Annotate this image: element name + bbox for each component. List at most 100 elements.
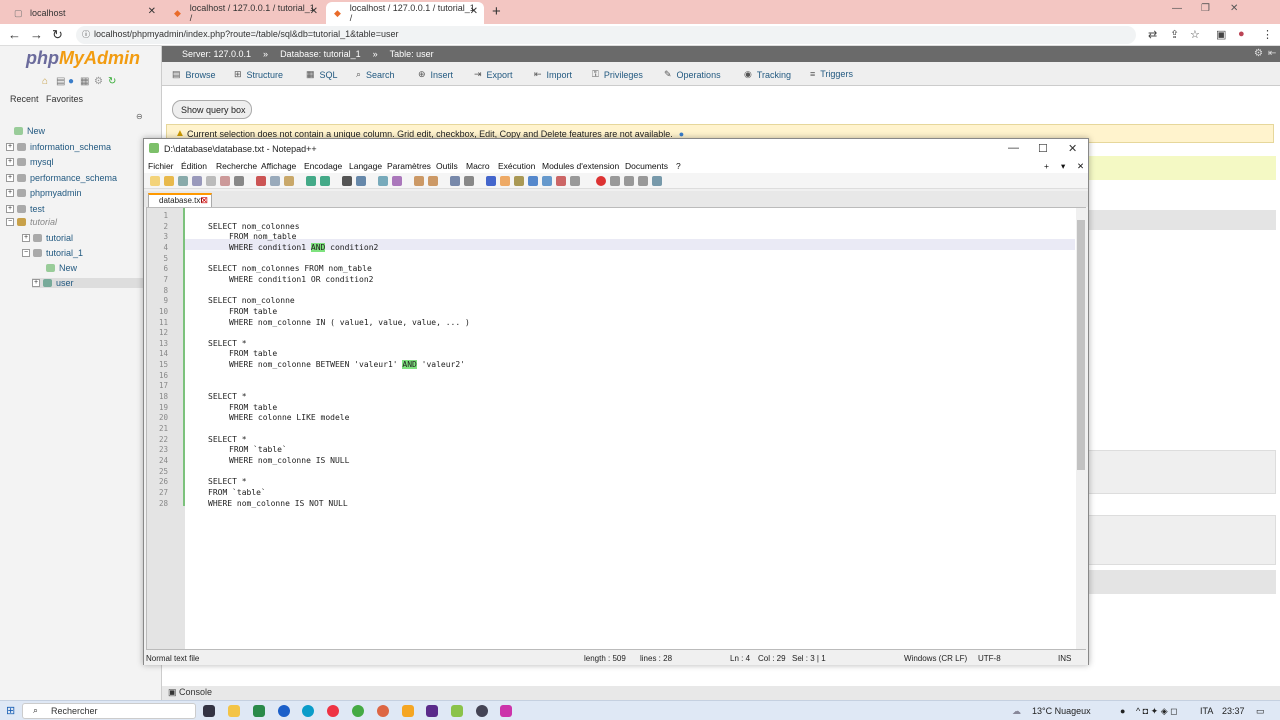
- print-icon[interactable]: [234, 176, 244, 186]
- share-icon[interactable]: ⇪: [1170, 28, 1179, 41]
- minimize-icon[interactable]: —: [1172, 3, 1182, 14]
- copy-icon[interactable]: [270, 176, 280, 186]
- dropdown-icon[interactable]: ▾: [1061, 161, 1065, 172]
- new-file-icon[interactable]: [150, 176, 160, 186]
- link-icon[interactable]: ⊖: [136, 112, 143, 121]
- favorites-tab[interactable]: Favorites: [46, 94, 83, 104]
- back-icon[interactable]: ←: [8, 27, 21, 42]
- show-all-chars-icon[interactable]: [464, 176, 474, 186]
- close-all-icon[interactable]: [220, 176, 230, 186]
- avatar[interactable]: ●: [1238, 28, 1245, 40]
- expand-icon[interactable]: +: [6, 205, 14, 213]
- taskbar-search[interactable]: ⌕ Rechercher: [22, 703, 196, 719]
- app-icon[interactable]: [253, 705, 265, 717]
- collapse-icon[interactable]: −: [6, 218, 14, 226]
- sync-h-icon[interactable]: [428, 176, 438, 186]
- find-icon[interactable]: [342, 176, 352, 186]
- breadcrumb-server[interactable]: Server: 127.0.0.1: [182, 49, 251, 59]
- save-icon[interactable]: [178, 176, 188, 186]
- settings-icon[interactable]: [476, 705, 488, 717]
- menu-recherche[interactable]: Recherche: [216, 161, 257, 171]
- expand-icon[interactable]: +: [32, 279, 40, 287]
- new-tab-button[interactable]: +: [492, 3, 501, 20]
- menu-operations[interactable]: ✎ Operations: [664, 69, 721, 80]
- open-icon[interactable]: [164, 176, 174, 186]
- menu-icon[interactable]: ⋮: [1262, 28, 1273, 41]
- expand-icon[interactable]: +: [22, 234, 30, 242]
- reload-icon[interactable]: ↻: [52, 27, 63, 43]
- menu-triggers[interactable]: ≡ Triggers: [810, 69, 853, 79]
- breadcrumb-table[interactable]: Table: user: [390, 49, 434, 59]
- menu-export[interactable]: ⇥ Export: [474, 69, 513, 80]
- file-tab[interactable]: database.txt ⊠: [148, 193, 212, 207]
- record-macro-icon[interactable]: [596, 176, 606, 186]
- pma-logo[interactable]: phpMyAdmin: [26, 48, 140, 69]
- gear-icon[interactable]: ⚙: [1254, 48, 1263, 59]
- tree-item-db[interactable]: + phpmyadmin: [6, 188, 82, 198]
- save-all-icon[interactable]: [192, 176, 202, 186]
- paste-icon[interactable]: [284, 176, 294, 186]
- translate-icon[interactable]: ⇄: [1148, 28, 1157, 41]
- function-list-icon[interactable]: [542, 176, 552, 186]
- menu-fichier[interactable]: Fichier: [148, 161, 174, 171]
- close-icon[interactable]: ✕: [470, 6, 478, 17]
- close-tab-icon[interactable]: ⊠: [200, 195, 208, 206]
- reload-nav-icon[interactable]: ↻: [108, 76, 116, 87]
- tree-item-db[interactable]: + tutorial: [22, 233, 73, 243]
- breadcrumb-database[interactable]: Database: tutorial_1: [280, 49, 361, 59]
- menu-langage[interactable]: Langage: [349, 161, 382, 171]
- menu-help[interactable]: ?: [676, 161, 681, 171]
- replace-icon[interactable]: [356, 176, 366, 186]
- menu-macro[interactable]: Macro: [466, 161, 490, 171]
- tray-icons[interactable]: ^ ◘ ✦ ◈ ◻: [1136, 706, 1178, 717]
- redo-icon[interactable]: [320, 176, 330, 186]
- weather-text[interactable]: 13°C Nuageux: [1032, 706, 1091, 716]
- collapse-icon[interactable]: ⇤: [1268, 48, 1276, 59]
- zoom-out-icon[interactable]: [392, 176, 402, 186]
- play-macro-icon[interactable]: [624, 176, 634, 186]
- app-icon[interactable]: [500, 705, 512, 717]
- tree-item-group[interactable]: − tutorial: [6, 217, 57, 227]
- task-view-icon[interactable]: [203, 705, 215, 717]
- logout-icon[interactable]: ▤: [56, 76, 65, 87]
- browser-tab-active[interactable]: ◆ localhost / 127.0.0.1 / tutorial_1 /✕: [326, 2, 484, 24]
- menu-insert[interactable]: ⊕ Insert: [418, 69, 453, 80]
- tree-item-new[interactable]: New: [14, 126, 45, 136]
- maximize-icon[interactable]: ☐: [1038, 142, 1048, 155]
- expand-icon[interactable]: +: [6, 174, 14, 182]
- tree-item-db[interactable]: + test: [6, 204, 45, 214]
- recent-tab[interactable]: Recent: [10, 94, 39, 104]
- minimize-icon[interactable]: —: [1008, 142, 1019, 154]
- forward-icon[interactable]: →: [30, 27, 43, 42]
- home-icon[interactable]: ⌂: [42, 76, 48, 87]
- docs-icon[interactable]: ▦: [80, 76, 89, 87]
- menu-modules[interactable]: Modules d'extension: [542, 161, 619, 171]
- menu-tracking[interactable]: ◉ Tracking: [744, 69, 791, 80]
- menu-structure[interactable]: ⊞ Structure: [234, 69, 283, 80]
- tree-item-db[interactable]: + mysql: [6, 157, 54, 167]
- settings-icon[interactable]: ⚙: [94, 76, 103, 87]
- notification-icon[interactable]: ▭: [1256, 706, 1265, 717]
- tree-item-db[interactable]: − tutorial_1: [22, 248, 83, 258]
- app-icon[interactable]: [426, 705, 438, 717]
- close-window-icon[interactable]: ✕: [1230, 3, 1238, 14]
- close-file-icon[interactable]: [206, 176, 216, 186]
- star-icon[interactable]: ☆: [1190, 28, 1200, 41]
- expand-icon[interactable]: +: [6, 189, 14, 197]
- tree-item-db[interactable]: + information_schema: [6, 142, 111, 152]
- menu-outils[interactable]: Outils: [436, 161, 458, 171]
- doc-list-icon[interactable]: [528, 176, 538, 186]
- cut-icon[interactable]: [256, 176, 266, 186]
- close-icon[interactable]: ✕: [310, 6, 318, 17]
- collapse-icon[interactable]: −: [22, 249, 30, 257]
- expand-icon[interactable]: +: [6, 158, 14, 166]
- edge-icon[interactable]: [302, 705, 314, 717]
- menu-parametres[interactable]: Paramètres: [387, 161, 431, 171]
- close-icon[interactable]: ✕: [148, 6, 156, 17]
- menu-browse[interactable]: ▤ Browse: [172, 69, 216, 80]
- show-query-box-button[interactable]: Show query box: [172, 100, 252, 119]
- console-bar[interactable]: ▣ Console: [162, 686, 1280, 700]
- menu-affichage[interactable]: Affichage: [261, 161, 296, 171]
- folder-workspace-icon[interactable]: [556, 176, 566, 186]
- menu-encodage[interactable]: Encodage: [304, 161, 342, 171]
